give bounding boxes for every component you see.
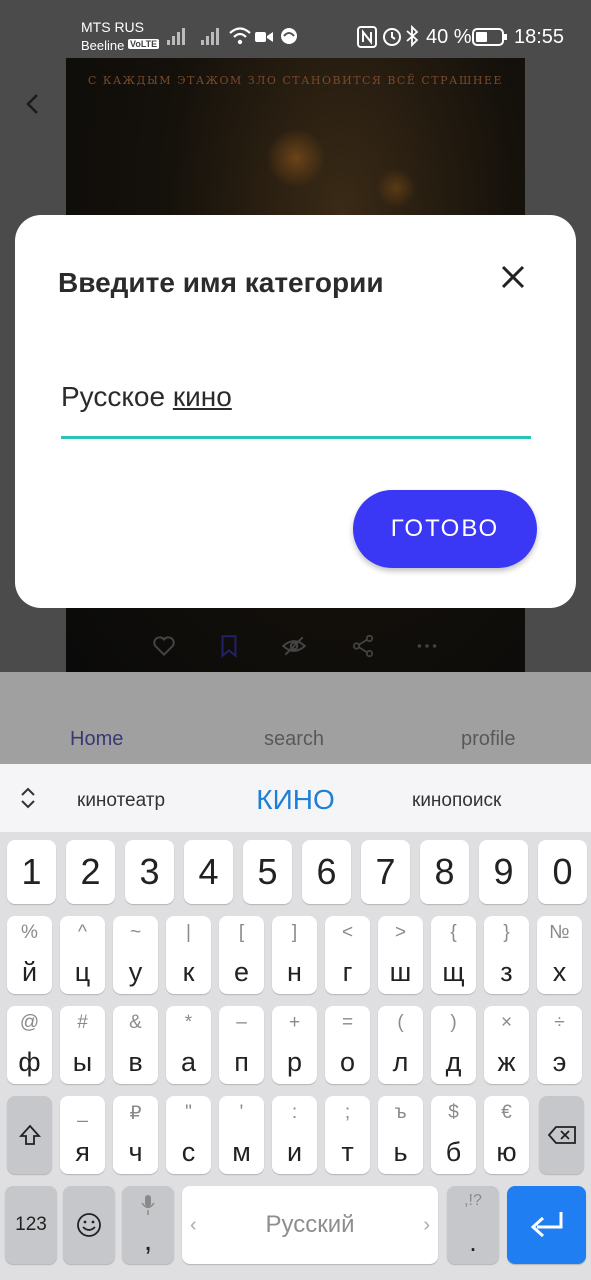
key-ж[interactable]: × ж bbox=[484, 1006, 529, 1084]
poster-actions bbox=[66, 625, 525, 665]
key-б[interactable]: $ б bbox=[431, 1096, 476, 1174]
input-value: Русское кино bbox=[61, 381, 232, 412]
key-ц[interactable]: ^ ц bbox=[60, 916, 105, 994]
key-1[interactable]: 1 bbox=[7, 840, 56, 904]
key-в[interactable]: & в bbox=[113, 1006, 158, 1084]
key-о[interactable]: = о bbox=[325, 1006, 370, 1084]
key-е[interactable]: [е bbox=[219, 916, 264, 994]
key-г[interactable]: < г bbox=[325, 916, 370, 994]
key-у[interactable]: ~ у bbox=[113, 916, 158, 994]
key-6[interactable]: 6 bbox=[302, 840, 351, 904]
sync-icon bbox=[281, 28, 297, 44]
battery-percent: 40 % bbox=[426, 26, 472, 48]
emoji-key[interactable] bbox=[63, 1186, 115, 1264]
space-right-arrow: › bbox=[423, 1214, 430, 1236]
dialog-title: Введите имя категории bbox=[58, 267, 384, 298]
backspace-key[interactable] bbox=[539, 1096, 584, 1174]
key-т[interactable]: ; т bbox=[325, 1096, 370, 1174]
nav-home[interactable]: Home bbox=[70, 728, 123, 751]
key-5[interactable]: 5 bbox=[243, 840, 292, 904]
key-ь[interactable]: ъь bbox=[378, 1096, 423, 1174]
heart-icon[interactable] bbox=[151, 633, 177, 659]
done-button[interactable]: ГОТОВО bbox=[353, 490, 537, 568]
back-arrow-icon[interactable] bbox=[22, 92, 46, 116]
suggestion-left[interactable]: кинотеатр bbox=[77, 790, 165, 812]
key-з[interactable]: } з bbox=[484, 916, 529, 994]
period-key[interactable]: ,!? . bbox=[447, 1186, 499, 1264]
poster-tagline: С КАЖДЫМ ЭТАЖОМ ЗЛО СТАНОВИТСЯ ВСЁ СТРАШ… bbox=[87, 74, 504, 87]
bottom-navigation: Home search profile bbox=[0, 672, 591, 770]
bluetooth-icon bbox=[406, 25, 419, 47]
microphone-icon bbox=[141, 1195, 155, 1215]
key-ч[interactable]: ₽ ч bbox=[113, 1096, 158, 1174]
key-9[interactable]: 9 bbox=[479, 840, 528, 904]
key-х[interactable]: № х bbox=[537, 916, 582, 994]
clock: 18:55 bbox=[514, 26, 565, 48]
space-left-arrow: ‹ bbox=[190, 1214, 197, 1236]
status-bar: MTS RUS Beeline VoLTE 40 % 18:55 bbox=[0, 0, 591, 58]
key-р[interactable]: + р bbox=[272, 1006, 317, 1084]
emoji-icon bbox=[77, 1213, 101, 1237]
nav-profile[interactable]: profile bbox=[461, 728, 515, 751]
alarm-icon bbox=[383, 28, 401, 46]
suggestion-bar: КИНО кинотеатр кинопоиск bbox=[0, 764, 591, 832]
shift-icon bbox=[19, 1124, 41, 1145]
key-с[interactable]: " с bbox=[166, 1096, 211, 1174]
key-0[interactable]: 0 bbox=[538, 840, 587, 904]
key-ш[interactable]: > ш bbox=[378, 916, 423, 994]
key-д[interactable]: ) д bbox=[431, 1006, 476, 1084]
more-icon[interactable] bbox=[414, 633, 440, 659]
carrier-secondary: Beeline bbox=[81, 38, 125, 53]
signal-icon bbox=[167, 28, 185, 45]
key-2[interactable]: 2 bbox=[66, 840, 115, 904]
key-й[interactable]: % й bbox=[7, 916, 52, 994]
key-н[interactable]: ] н bbox=[272, 916, 317, 994]
key-4[interactable]: 4 bbox=[184, 840, 233, 904]
key-м[interactable]: ' м bbox=[219, 1096, 264, 1174]
key-8[interactable]: 8 bbox=[420, 840, 469, 904]
key-и[interactable]: :и bbox=[272, 1096, 317, 1174]
nfc-icon bbox=[357, 26, 377, 48]
backspace-icon bbox=[548, 1126, 576, 1144]
keyboard: КИНО кинотеатр кинопоиск 1234567890 % й ^ ц… bbox=[0, 764, 591, 1280]
key-ы[interactable]: # ы bbox=[60, 1006, 105, 1084]
key-к[interactable]: | к bbox=[166, 916, 211, 994]
key-а[interactable]: * а bbox=[166, 1006, 211, 1084]
enter-key[interactable] bbox=[507, 1186, 586, 1264]
key-я[interactable]: _ я bbox=[60, 1096, 105, 1174]
nav-search[interactable]: search bbox=[264, 728, 324, 751]
key-п[interactable]: – п bbox=[219, 1006, 264, 1084]
volte-badge: VoLTE bbox=[128, 39, 160, 49]
video-call-icon bbox=[255, 32, 273, 42]
comma-key[interactable]: , bbox=[122, 1186, 174, 1264]
carrier-primary: MTS RUS bbox=[81, 19, 144, 35]
close-icon[interactable] bbox=[498, 262, 528, 292]
category-name-dialog: Введите имя категории Русское кино ГОТОВ… bbox=[15, 215, 576, 608]
suggestion-right[interactable]: кинопоиск bbox=[412, 790, 501, 812]
key-щ[interactable]: {щ bbox=[431, 916, 476, 994]
battery-icon bbox=[472, 28, 507, 46]
space-key[interactable]: ‹ Русский › bbox=[182, 1186, 438, 1264]
bookmark-icon[interactable] bbox=[216, 633, 242, 659]
key-3[interactable]: 3 bbox=[125, 840, 174, 904]
signal-icon-2 bbox=[201, 28, 219, 45]
wifi-icon bbox=[229, 27, 251, 45]
share-icon[interactable] bbox=[350, 633, 376, 659]
enter-icon bbox=[530, 1212, 563, 1238]
hidden-eye-icon[interactable] bbox=[281, 633, 307, 659]
key-ф[interactable]: @ ф bbox=[7, 1006, 52, 1084]
numbers-mode-key[interactable]: 123 bbox=[5, 1186, 57, 1264]
space-language-label: Русский bbox=[265, 1211, 355, 1238]
shift-key[interactable] bbox=[7, 1096, 52, 1174]
key-7[interactable]: 7 bbox=[361, 840, 410, 904]
key-э[interactable]: ÷ э bbox=[537, 1006, 582, 1084]
key-л[interactable]: (л bbox=[378, 1006, 423, 1084]
category-name-input[interactable]: Русское кино bbox=[61, 375, 531, 439]
key-ю[interactable]: € ю bbox=[484, 1096, 529, 1174]
